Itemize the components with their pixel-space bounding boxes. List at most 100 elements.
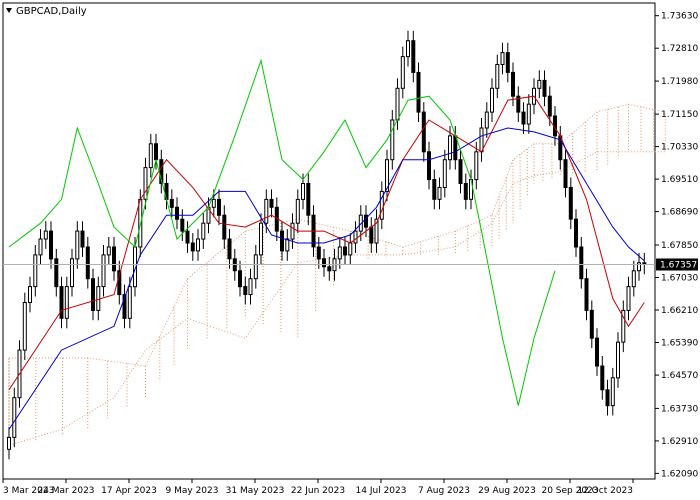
candle-body: [106, 246, 111, 256]
candle-body: [595, 337, 599, 367]
candle-body: [80, 230, 85, 248]
y-tick-label: 1.72810: [661, 44, 698, 54]
y-tick-label: 1.66210: [661, 306, 698, 316]
candle-body: [427, 151, 431, 181]
candle-body: [390, 119, 395, 161]
candle-body: [458, 159, 463, 184]
candle-body: [148, 143, 153, 169]
y-tick-label: 1.67030: [661, 274, 698, 284]
candle-body: [280, 230, 284, 252]
candle-body: [495, 64, 500, 89]
candle-body: [70, 258, 74, 288]
candle-body: [416, 71, 421, 113]
candle-body: [547, 95, 552, 117]
candle-body: [112, 246, 116, 272]
candle-body: [421, 111, 426, 153]
candle-body: [222, 214, 227, 240]
candle-body: [285, 238, 290, 252]
candle-body: [43, 230, 48, 240]
candle-body: [127, 286, 132, 319]
candle-body: [211, 198, 216, 208]
candle-body: [626, 286, 631, 311]
candle-body: [259, 222, 263, 256]
candle-body: [85, 246, 90, 280]
y-tick-label: 1.70330: [661, 143, 698, 153]
candle-body: [185, 230, 190, 244]
candle-body: [22, 302, 27, 351]
candle-body: [28, 286, 32, 304]
candle-body: [448, 135, 452, 161]
x-tick-label: 14 Jul 2023: [356, 486, 407, 496]
candle-body: [369, 226, 374, 244]
candle-body: [290, 222, 295, 240]
candle-body: [521, 111, 526, 125]
chart-window: 1.73630 1.72810 1.71980 1.71150 1.70330 1.695…: [0, 0, 700, 500]
y-tick-label: 1.65390: [661, 339, 698, 349]
candle-body: [295, 198, 300, 224]
candle-body: [463, 183, 468, 200]
x-tick-label: 7 Aug 2023: [418, 486, 470, 496]
candle-body: [348, 242, 353, 256]
candle-body: [505, 52, 510, 73]
candle-body: [631, 270, 636, 288]
candle-body: [248, 278, 253, 296]
candle-body: [511, 71, 515, 97]
candle-body: [343, 246, 347, 256]
candle-body: [227, 238, 232, 260]
candle-body: [253, 254, 258, 280]
candle-body: [91, 278, 95, 311]
y-tick-label: 1.71980: [661, 77, 698, 87]
candle-body: [437, 186, 442, 200]
candle-body: [175, 206, 179, 220]
candle-body: [395, 87, 400, 121]
candle-body: [605, 389, 610, 407]
x-tick-label: 17 Apr 2023: [101, 486, 157, 496]
candle-body: [301, 183, 305, 200]
candle-body: [38, 238, 43, 256]
candle-body: [589, 309, 594, 339]
candle-body: [169, 198, 174, 208]
candle-body: [484, 111, 489, 129]
candle-body: [432, 179, 437, 200]
x-tick-label: 12 Oct 2023: [577, 486, 633, 496]
y-tick-label: 1.68690: [661, 208, 698, 218]
x-tick-label: 9 May 2023: [166, 486, 219, 496]
candle-body: [190, 242, 195, 252]
y-tick-label: 1.69510: [661, 175, 698, 185]
candle-body: [610, 377, 615, 407]
y-tick-label: 1.63730: [661, 404, 698, 414]
candle-body: [474, 151, 479, 181]
candle-body: [101, 254, 106, 288]
candle-body: [54, 258, 59, 288]
candle-body: [269, 198, 274, 208]
candle-body: [574, 218, 578, 248]
candle-body: [479, 127, 484, 153]
candle-body: [238, 270, 242, 288]
candle-body: [64, 286, 69, 319]
candle-body: [400, 56, 405, 89]
candle-body: [49, 230, 53, 260]
x-tick-label: 29 Aug 2023: [478, 486, 536, 496]
y-tick-label: 1.73630: [661, 12, 698, 22]
ichimoku-chart: 1.73630 1.72810 1.71980 1.71150 1.70330 1.695…: [0, 0, 700, 500]
candle-body: [154, 143, 158, 161]
candle-body: [201, 222, 206, 240]
candle-body: [316, 246, 321, 260]
candle-body: [616, 341, 620, 379]
candle-body: [563, 159, 568, 188]
current-price-label: 1.67357: [660, 261, 697, 271]
y-tick-label: 1.67850: [661, 241, 698, 251]
candle-body: [584, 278, 589, 311]
x-tick-label: 31 May 2023: [226, 486, 285, 496]
x-tick-label: 24 Mar 2023: [37, 486, 94, 496]
candle-body: [579, 246, 584, 280]
candle-body: [353, 230, 358, 244]
candle-body: [75, 230, 80, 260]
candle-body: [306, 183, 311, 216]
candle-body: [537, 79, 542, 89]
candle-body: [637, 262, 641, 272]
candle-body: [59, 286, 64, 319]
candle-body: [33, 254, 38, 288]
candle-body: [442, 159, 447, 188]
candle-body: [568, 186, 573, 220]
